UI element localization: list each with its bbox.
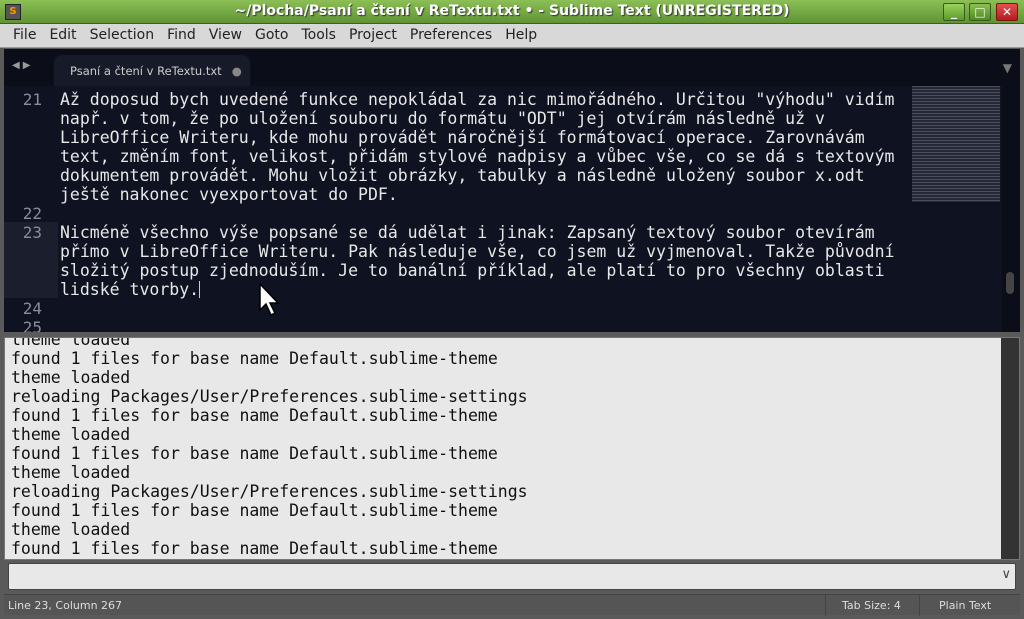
code-line-21[interactable]: Až doposud bych uvedené funkce nepokláda… xyxy=(60,90,894,204)
text-row: Nicméně všechno výše popsané se dá uděla… xyxy=(60,223,875,242)
console-line: theme loaded xyxy=(11,520,131,539)
scrollbar-thumb[interactable] xyxy=(1006,272,1014,294)
text-row: ještě nakonec vyexportovat do PDF. xyxy=(60,185,398,204)
window-title: ~/Plocha/Psaní a čtení v ReTextu.txt • -… xyxy=(234,3,790,19)
menu-tools[interactable]: Tools xyxy=(301,24,336,43)
console-scrollbar[interactable] xyxy=(1001,338,1019,559)
menu-edit[interactable]: Edit xyxy=(49,24,76,43)
line-number: 22 xyxy=(22,204,42,223)
console-line: theme loaded xyxy=(11,337,131,349)
console-line: theme loaded xyxy=(11,425,131,444)
menu-goto[interactable]: Goto xyxy=(255,24,288,43)
menu-preferences[interactable]: Preferences xyxy=(410,24,492,43)
console-line: theme loaded xyxy=(11,463,131,482)
text-row: Až doposud bych uvedené funkce nepokláda… xyxy=(60,90,895,109)
text-row: složitý postup zjednoduším. Je to banáln… xyxy=(60,261,885,280)
menu-find[interactable]: Find xyxy=(167,24,196,43)
tab-nav-arrows-icon[interactable]: ◀▶ xyxy=(12,60,33,71)
text-row: text, změním font, velikost, přidám styl… xyxy=(60,147,895,166)
maximize-button[interactable]: □ xyxy=(969,3,991,21)
console-line: reloading Packages/User/Preferences.subl… xyxy=(11,482,528,501)
close-button[interactable]: ✕ xyxy=(996,3,1018,21)
cursor-position: Line 23, Column 267 xyxy=(8,599,123,612)
mouse-pointer-icon xyxy=(259,282,280,317)
menu-selection[interactable]: Selection xyxy=(90,24,155,43)
line-number: 24 xyxy=(22,299,42,318)
title-bar: S ~/Plocha/Psaní a čtení v ReTextu.txt •… xyxy=(0,0,1024,24)
console-line: found 1 files for base name Default.subl… xyxy=(11,349,498,368)
status-bar: Line 23, Column 267 Tab Size: 4 Plain Te… xyxy=(4,594,1020,616)
tab-dropdown-icon[interactable]: ▼ xyxy=(1003,61,1012,75)
line-number: 25 xyxy=(22,318,42,332)
chevron-down-icon[interactable]: ∨ xyxy=(1001,567,1011,582)
console-line: reloading Packages/User/Preferences.subl… xyxy=(11,387,528,406)
console-line: found 1 files for base name Default.subl… xyxy=(11,406,498,425)
console-panel[interactable]: theme loaded found 1 files for base name … xyxy=(4,337,1020,560)
menu-project[interactable]: Project xyxy=(349,24,397,43)
menu-bar: File Edit Selection Find View Goto Tools Projec… xyxy=(0,24,1024,48)
menu-help[interactable]: Help xyxy=(505,24,537,43)
tab-size-selector[interactable]: Tab Size: 4 xyxy=(842,599,901,612)
editor-area[interactable]: 21 22 23 24 25 Až doposud bych uvedené f… xyxy=(4,86,1020,332)
text-row: lidské tvorby. xyxy=(60,280,200,299)
text-row: dokumentem provádět. Mohu vložit obrázky… xyxy=(60,166,865,185)
text-row: přímo v LibreOffice Writeru. Pak následu… xyxy=(60,242,895,261)
tab-bar: ◀▶ Psaní a čtení v ReTextu.txt ● ▼ xyxy=(4,49,1020,86)
tab-label: Psaní a čtení v ReTextu.txt xyxy=(70,64,222,78)
code-line-23[interactable]: Nicméně všechno výše popsané se dá uděla… xyxy=(60,223,894,299)
console-command-input[interactable]: ∨ xyxy=(8,563,1016,590)
line-number: 23 xyxy=(22,223,42,242)
text-row: např. v tom, že po uložení souboru do fo… xyxy=(60,109,825,128)
tab-file[interactable]: Psaní a čtení v ReTextu.txt ● xyxy=(54,55,250,86)
line-number: 21 xyxy=(22,90,42,109)
console-line: found 1 files for base name Default.subl… xyxy=(11,444,498,463)
menu-view[interactable]: View xyxy=(209,24,242,43)
minimize-button[interactable]: _ xyxy=(943,3,965,21)
console-line: theme loaded xyxy=(11,368,131,387)
text-caret xyxy=(199,281,201,298)
modified-dot-icon[interactable]: ● xyxy=(232,64,242,78)
console-line: found 1 files for base name Default.subl… xyxy=(11,501,498,520)
text-row: LibreOffice Writeru, kde mohu provádět n… xyxy=(60,128,865,147)
syntax-selector[interactable]: Plain Text xyxy=(939,599,991,612)
minimap[interactable] xyxy=(912,86,1000,202)
menu-file[interactable]: File xyxy=(13,24,36,43)
console-line: found 1 files for base name Default.subl… xyxy=(11,539,498,558)
editor-scrollbar[interactable] xyxy=(1002,86,1020,332)
